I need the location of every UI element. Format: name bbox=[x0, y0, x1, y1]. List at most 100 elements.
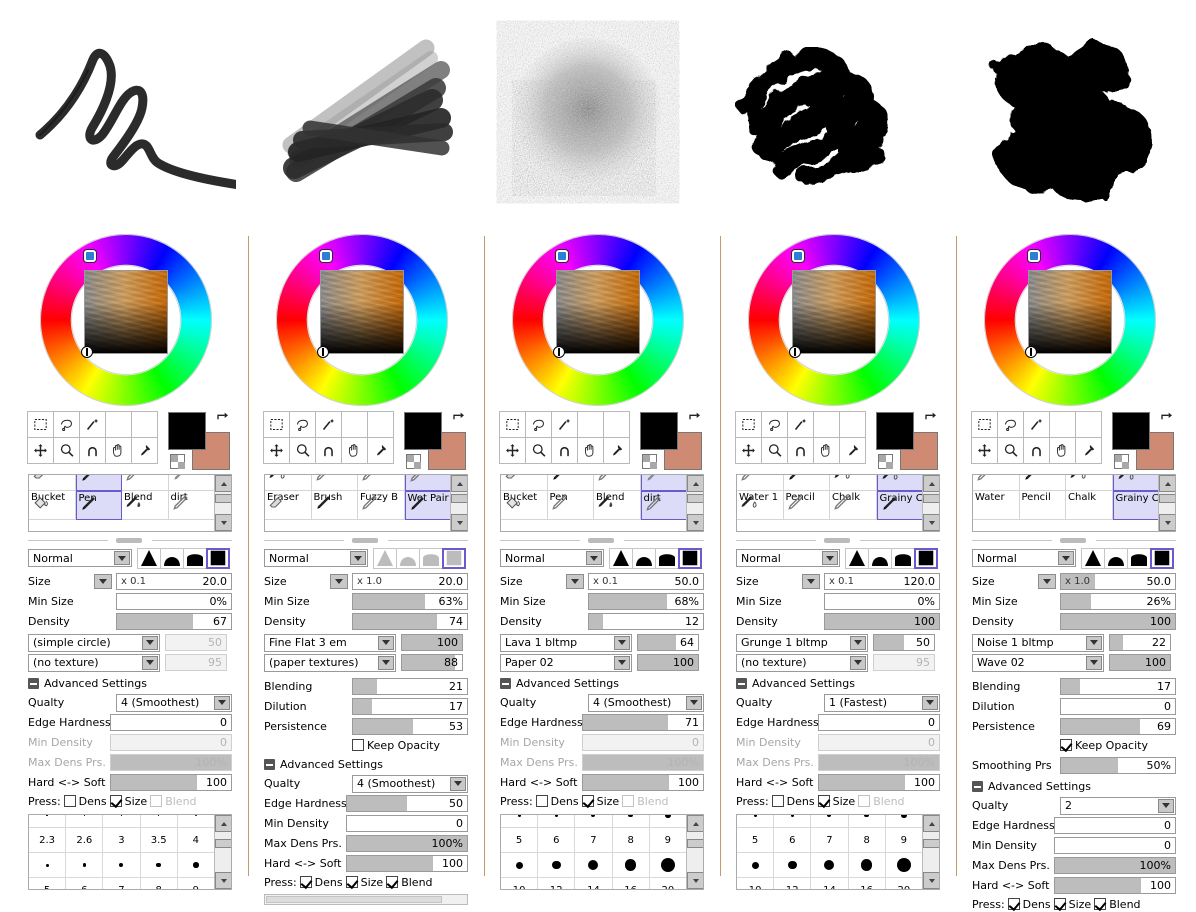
brush-list-cell[interactable] bbox=[29, 475, 76, 491]
size-preset-cell[interactable]: 8 bbox=[612, 828, 650, 853]
size-preset-cell[interactable]: 20 bbox=[650, 878, 687, 889]
swap-colors-icon[interactable] bbox=[922, 410, 938, 426]
collapse-icon[interactable] bbox=[264, 759, 275, 770]
chevron-down-icon[interactable] bbox=[142, 635, 158, 650]
brush-tip-sharp-tip[interactable] bbox=[845, 547, 869, 569]
sv-selector-knob[interactable] bbox=[1025, 346, 1037, 358]
size-preset-cell[interactable] bbox=[29, 853, 67, 878]
scroll-down-icon[interactable] bbox=[451, 514, 467, 531]
brush-list-cell[interactable]: Grainy C bbox=[1112, 491, 1159, 520]
size-preset-cell[interactable] bbox=[612, 853, 650, 878]
size-preset-cell[interactable]: 9 bbox=[649, 828, 687, 853]
tool-rotate-icon[interactable] bbox=[1023, 437, 1050, 464]
size-stepper[interactable] bbox=[1038, 574, 1056, 589]
scrollbar-thumb[interactable] bbox=[687, 839, 703, 848]
blend-mode-select[interactable]: Normal bbox=[28, 549, 132, 567]
saturation-value-square[interactable] bbox=[320, 270, 404, 354]
chevron-down-icon[interactable] bbox=[614, 655, 630, 670]
swap-colors-icon[interactable] bbox=[450, 410, 466, 426]
brush-texture-amount[interactable]: 95 bbox=[165, 654, 227, 671]
size-grid-scrollbar[interactable] bbox=[922, 815, 939, 889]
max-dens-prs-slider[interactable]: 100% bbox=[110, 754, 232, 771]
tool-eyedropper-icon[interactable] bbox=[1075, 437, 1102, 464]
chevron-down-icon[interactable] bbox=[1086, 635, 1102, 650]
sv-selector-knob[interactable] bbox=[81, 346, 93, 358]
advanced-settings-header[interactable]: Advanced Settings bbox=[500, 677, 704, 690]
blend-mode-select[interactable]: Normal bbox=[972, 549, 1076, 567]
advanced-settings-header[interactable]: Advanced Settings bbox=[736, 677, 940, 690]
checkbox[interactable] bbox=[858, 795, 871, 807]
tool-hand-icon[interactable] bbox=[341, 437, 368, 464]
brush-list[interactable]: 1 Eraser Brush Fuzzy B Wet Pair bbox=[264, 474, 468, 532]
panel-grip[interactable] bbox=[500, 536, 704, 545]
tool-magic-wand-icon[interactable] bbox=[79, 411, 106, 438]
tool-magic-wand-icon[interactable] bbox=[1023, 411, 1050, 438]
size-preset-cell[interactable] bbox=[848, 815, 886, 828]
edge-hardness-slider[interactable]: 50 bbox=[346, 795, 468, 812]
brush-list-cell[interactable] bbox=[737, 475, 784, 491]
swap-colors-icon[interactable] bbox=[686, 410, 702, 426]
size-preset-cell[interactable] bbox=[66, 853, 104, 878]
size-preset-cell[interactable] bbox=[774, 815, 812, 828]
size-preset-cell[interactable]: 9 bbox=[885, 828, 923, 853]
size-slider[interactable]: x 1.0 20.0 bbox=[352, 573, 468, 590]
brush-tip-round-tip[interactable] bbox=[868, 547, 892, 569]
min-density-slider[interactable]: 0 bbox=[346, 815, 468, 832]
tool-rect-select-icon[interactable] bbox=[27, 411, 54, 438]
brush-tip-square-tip[interactable] bbox=[914, 547, 938, 569]
tool-move-icon[interactable] bbox=[27, 437, 54, 464]
sv-selector-knob[interactable] bbox=[789, 346, 801, 358]
size-preset-cell[interactable]: 2.6 bbox=[66, 828, 104, 853]
min-size-slider[interactable]: 0% bbox=[116, 593, 232, 610]
persistence-slider[interactable]: 53 bbox=[352, 718, 468, 735]
color-wheel[interactable] bbox=[984, 234, 1166, 406]
advanced-settings-header[interactable]: Advanced Settings bbox=[28, 677, 232, 690]
saturation-value-square[interactable] bbox=[1028, 270, 1112, 354]
tool-rect-select-icon[interactable] bbox=[735, 411, 762, 438]
brush-texture-select[interactable]: Paper 02 bbox=[500, 653, 632, 672]
chevron-down-icon[interactable] bbox=[114, 551, 130, 565]
brush-list-cell[interactable]: Bucket bbox=[501, 491, 548, 520]
scrollbar-thumb[interactable] bbox=[451, 494, 467, 503]
checkbox[interactable] bbox=[345, 876, 358, 888]
scrollbar-thumb[interactable] bbox=[923, 839, 939, 848]
tool-lasso-icon[interactable] bbox=[289, 411, 316, 438]
brush-list-cell[interactable]: dirt bbox=[640, 491, 687, 520]
tool-rect-select-icon[interactable] bbox=[499, 411, 526, 438]
scroll-down-icon[interactable] bbox=[687, 872, 703, 889]
color-wheel[interactable] bbox=[748, 234, 930, 406]
brush-tip-square-tip[interactable] bbox=[206, 547, 230, 569]
tool-zoom-icon[interactable] bbox=[761, 437, 788, 464]
brush-shape-amount[interactable]: 100 bbox=[401, 634, 463, 651]
scrollbar-thumb[interactable] bbox=[1159, 494, 1175, 503]
brush-texture-amount[interactable]: 88 bbox=[401, 654, 463, 671]
brush-list-cell[interactable]: Grainy C bbox=[876, 491, 923, 520]
scroll-up-icon[interactable] bbox=[923, 475, 939, 492]
size-preset-cell[interactable] bbox=[103, 853, 141, 878]
scroll-up-icon[interactable] bbox=[215, 475, 231, 492]
dilution-slider[interactable]: 17 bbox=[352, 698, 468, 715]
scroll-down-icon[interactable] bbox=[215, 514, 231, 531]
transparency-swatch[interactable] bbox=[170, 454, 185, 469]
brush-list-cell[interactable]: Chalk bbox=[973, 475, 1020, 491]
hue-selector-knob[interactable] bbox=[792, 250, 804, 262]
scroll-up-icon[interactable] bbox=[215, 815, 231, 832]
size-grid-scrollbar[interactable] bbox=[686, 815, 703, 889]
sv-selector-knob[interactable] bbox=[317, 346, 329, 358]
size-preset-cell[interactable]: 6 bbox=[774, 828, 812, 853]
brush-tip-square-tip[interactable] bbox=[1150, 547, 1174, 569]
foreground-color-swatch[interactable] bbox=[404, 412, 442, 450]
checkbox[interactable] bbox=[581, 795, 594, 807]
brush-tip-sharp-tip[interactable] bbox=[373, 547, 397, 569]
brush-list-cell[interactable] bbox=[783, 475, 830, 491]
swap-colors-icon[interactable] bbox=[214, 410, 230, 426]
brush-tip-sharp-tip[interactable] bbox=[609, 547, 633, 569]
brush-list-scrollbar[interactable] bbox=[922, 475, 939, 531]
tool-blank-tool-icon[interactable] bbox=[341, 411, 368, 438]
size-preset-grid[interactable]: 5 6 7 8 9 10 12 14 16 20 bbox=[500, 814, 704, 890]
brush-list[interactable]: Bucket Pen Blend dirt bbox=[28, 474, 232, 532]
min-density-slider[interactable]: 0 bbox=[582, 734, 704, 751]
brush-list-cell[interactable] bbox=[404, 475, 451, 491]
brush-list-cell[interactable] bbox=[168, 475, 215, 491]
brush-list-cell[interactable] bbox=[75, 475, 122, 491]
